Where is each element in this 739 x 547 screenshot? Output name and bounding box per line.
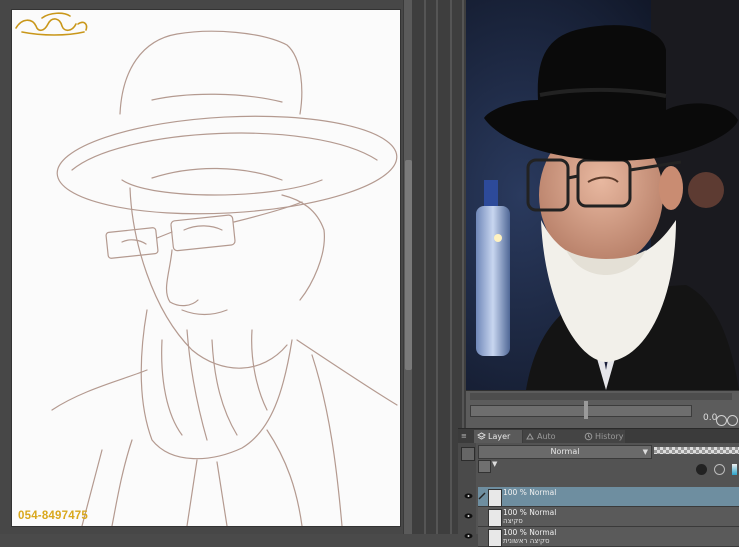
layer-tool-button[interactable]	[461, 447, 475, 461]
layer-row[interactable]: 100 % Normal	[464, 487, 739, 507]
reference-layer-icon[interactable]	[713, 464, 725, 475]
rotate-left-icon[interactable]	[716, 415, 727, 426]
draft-layer-icon[interactable]	[732, 464, 737, 475]
chevron-down-icon[interactable]: ▼	[492, 460, 497, 468]
layer-thumbnail	[488, 509, 502, 527]
blend-mode-value: Normal	[550, 447, 580, 456]
blend-mode-select[interactable]: Normal ▼	[478, 445, 652, 459]
mask-icon[interactable]	[695, 464, 707, 475]
tab-layer-label: Layer	[488, 432, 511, 441]
layer-mode: 100 % Normal	[503, 488, 557, 497]
portrait-sketch	[51, 30, 398, 526]
tab-history[interactable]: History	[581, 430, 625, 443]
navigator-panel	[466, 390, 739, 429]
layer-thumbnail	[488, 529, 502, 547]
layer-mode: 100 % Normal	[503, 528, 557, 537]
scrollbar-thumb[interactable]	[405, 160, 412, 370]
layer-mode: 100 % Normal	[503, 508, 557, 517]
palette-menu-icon[interactable]: ≡	[461, 432, 467, 440]
opacity-slider[interactable]	[654, 447, 739, 454]
tab-layer[interactable]: Layer	[474, 430, 522, 443]
reference-photo	[466, 0, 739, 390]
drawing-canvas[interactable]: 054-8497475	[12, 10, 400, 526]
zoom-slider-knob[interactable]	[584, 401, 588, 419]
eye-icon[interactable]	[464, 493, 473, 499]
navigator-scrollbar[interactable]	[470, 393, 732, 400]
layer-row[interactable]: 100 % Normal סקיצה ראשונית	[464, 527, 739, 547]
artist-logo	[15, 12, 88, 36]
layer-options-row: ▼	[478, 460, 739, 475]
tab-history-label: History	[595, 432, 624, 441]
layer-color-swatch[interactable]	[478, 460, 491, 473]
chevron-down-icon: ▼	[642, 448, 648, 456]
tab-auto-action[interactable]: Auto Action	[523, 430, 581, 454]
rotate-right-icon[interactable]	[727, 415, 738, 426]
layer-name: סקיצה	[503, 517, 523, 525]
history-icon	[584, 432, 593, 441]
canvas-area[interactable]: 054-8497475	[0, 0, 413, 534]
layer-row[interactable]: 100 % Normal סקיצה	[464, 507, 739, 527]
auto-action-icon	[526, 433, 534, 440]
layer-side-toolbar	[458, 443, 476, 534]
layer-thumbnail	[488, 489, 502, 507]
watermark-phone: 054-8497475	[18, 510, 88, 522]
eye-icon[interactable]	[464, 513, 473, 519]
pen-icon	[478, 492, 486, 500]
layer-name: סקיצה ראשונית	[503, 537, 550, 545]
zoom-slider[interactable]	[470, 405, 692, 417]
layers-icon	[477, 432, 486, 440]
